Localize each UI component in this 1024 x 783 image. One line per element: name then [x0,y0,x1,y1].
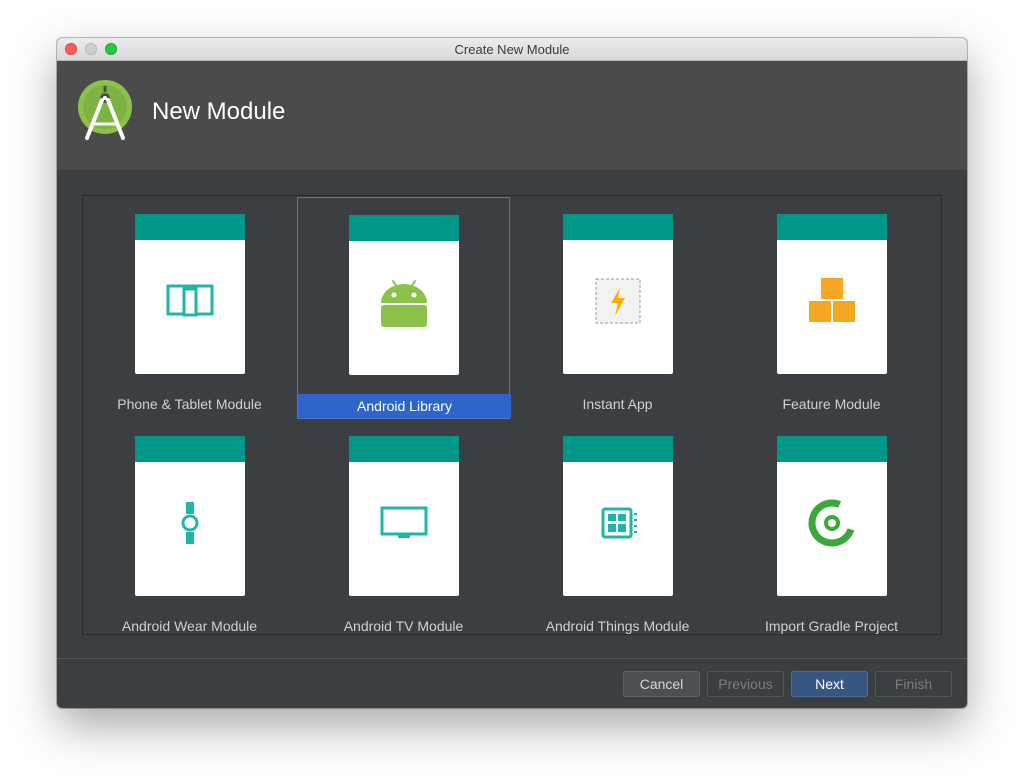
template-feature-module[interactable]: Feature Module [725,196,938,418]
phone-tablet-icon [166,284,214,317]
android-studio-logo-icon [78,80,132,140]
template-gallery: Phone & Tablet Module Android Library In… [82,195,942,635]
template-card [563,214,673,374]
feature-blocks-icon [809,278,855,322]
template-label: Android Wear Module [121,618,258,634]
template-instant-app[interactable]: Instant App [511,196,724,418]
template-card [563,436,673,596]
gradle-ring-icon [808,499,856,547]
previous-button[interactable]: Previous [707,671,784,697]
cancel-button[interactable]: Cancel [623,671,700,697]
template-android-things-module[interactable]: Android Things Module [511,418,724,634]
template-card [349,215,459,375]
things-board-icon [601,507,637,539]
dialog-header: New Module [57,61,967,170]
template-android-wear-module[interactable]: Android Wear Module [83,418,296,634]
template-label: Android Things Module [545,618,690,634]
template-card [777,214,887,374]
instant-app-icon [595,278,641,324]
template-card [135,214,245,374]
template-label: Feature Module [782,396,881,412]
template-card [777,436,887,596]
dialog-heading: New Module [152,98,286,125]
template-android-library[interactable]: Android Library [297,197,511,419]
window-title: Create New Module [454,42,570,57]
template-android-tv-module[interactable]: Android TV Module [297,418,510,634]
finish-button[interactable]: Finish [875,671,952,697]
create-new-module-dialog: Create New Module New Module Phone & Tab… [57,38,967,708]
template-label: Phone & Tablet Module [117,396,262,412]
tv-icon [380,506,428,538]
template-label: Android Library [298,394,511,418]
template-card [349,436,459,596]
template-import-gradle-project[interactable]: Import Gradle Project [725,418,938,634]
template-label: Instant App [582,396,653,412]
template-label: Import Gradle Project [764,618,899,634]
template-phone-tablet-module[interactable]: Phone & Tablet Module [83,196,296,418]
android-robot-icon [381,280,427,327]
footer-divider [57,658,967,659]
template-card [135,436,245,596]
title-bar: Create New Module [57,38,967,61]
next-button[interactable]: Next [791,671,868,697]
template-label: Android TV Module [343,618,464,634]
wear-watch-icon [181,502,199,544]
